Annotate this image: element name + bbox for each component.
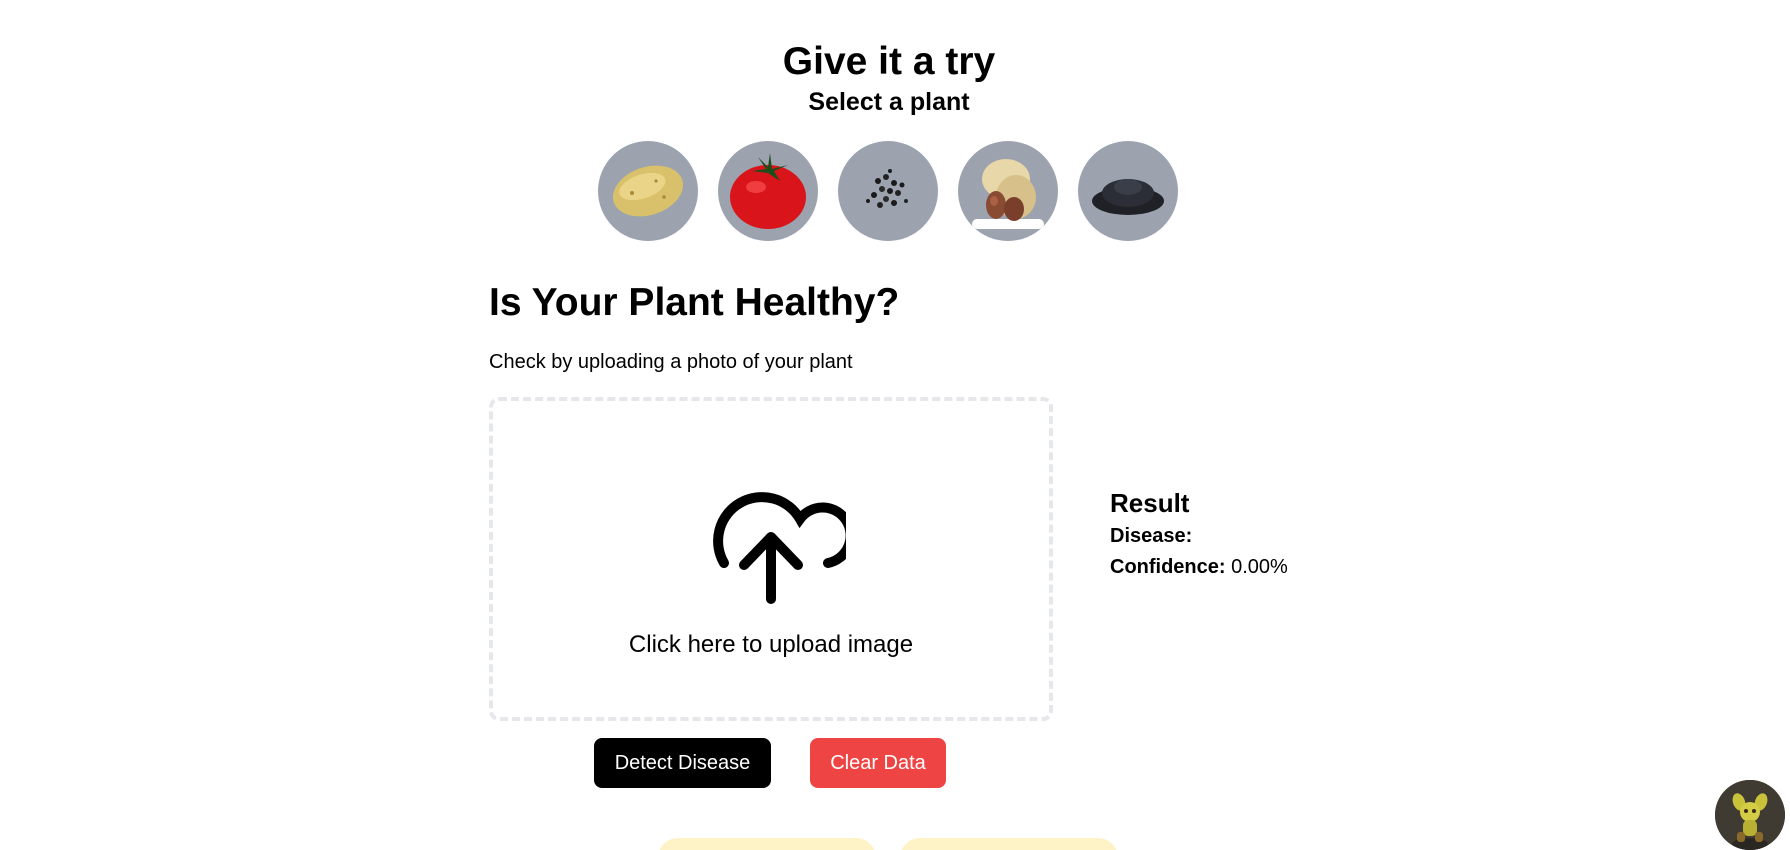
- section-title: Is Your Plant Healthy?: [489, 281, 900, 324]
- plant-option-tomato[interactable]: [718, 141, 818, 241]
- section-description: Check by uploading a photo of your plant: [489, 351, 853, 373]
- page-title: Give it a try: [782, 40, 996, 83]
- upload-dropzone[interactable]: Click here to upload image: [489, 397, 1053, 721]
- result-title: Result: [1110, 488, 1190, 518]
- confidence-value: 0.00%: [1231, 556, 1288, 578]
- page: Give it a try Select a plant Is Your Pla…: [0, 0, 1790, 850]
- pepper-icon: [866, 169, 908, 208]
- page-subtitle: Select a plant: [808, 88, 970, 116]
- tomato-icon: [730, 153, 806, 229]
- plant-option-potato[interactable]: [598, 141, 698, 241]
- disease-row: Disease:: [1110, 525, 1288, 548]
- confidence-row: Confidence: 0.00%: [1110, 556, 1288, 579]
- bottom-card-2[interactable]: [900, 838, 1118, 850]
- character-icon: [1715, 780, 1785, 850]
- disease-label: Disease:: [1110, 525, 1193, 547]
- potato-icon: [612, 165, 684, 217]
- seeds-icon: [1092, 179, 1164, 215]
- clear-data-button[interactable]: Clear Data: [810, 738, 946, 788]
- plant-option-pepper[interactable]: [838, 141, 938, 241]
- plant-option-peanut[interactable]: [958, 141, 1058, 241]
- upload-label: Click here to upload image: [628, 631, 914, 658]
- assistant-avatar[interactable]: [1715, 780, 1785, 850]
- result-panel: Result Disease: Confidence: 0.00%: [1110, 488, 1288, 587]
- peanut-icon: [972, 159, 1044, 229]
- confidence-label: Confidence:: [1110, 556, 1226, 578]
- plant-option-seeds[interactable]: [1078, 141, 1178, 241]
- detect-disease-button[interactable]: Detect Disease: [594, 738, 771, 788]
- cloud-upload-icon: [713, 492, 846, 604]
- plant-selector: [598, 141, 1178, 241]
- bottom-card-1[interactable]: [658, 838, 876, 850]
